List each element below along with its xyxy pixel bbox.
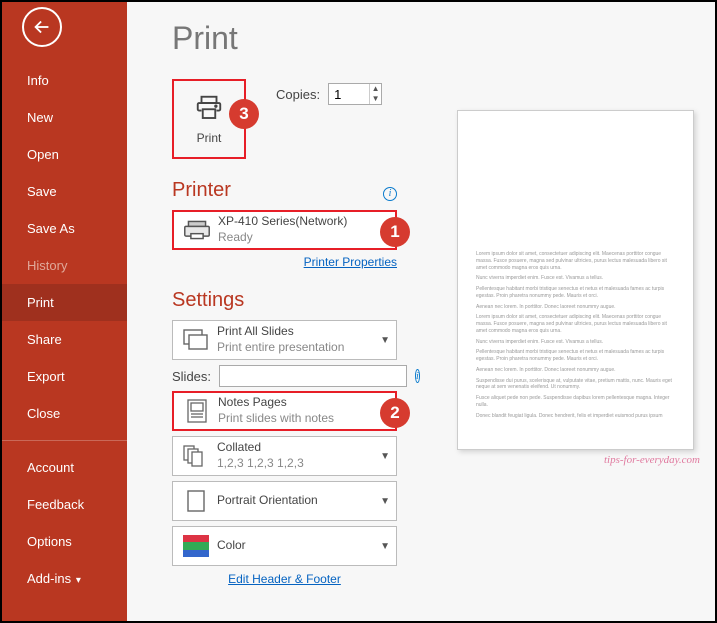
orientation-selector[interactable]: Portrait Orientation ▼ [172, 481, 397, 521]
color-swatch-icon [181, 535, 211, 557]
slides-label: Slides: [172, 369, 211, 384]
print-preview: Lorem ipsum dolor sit amet, consectetuer… [457, 110, 694, 450]
back-button[interactable] [22, 7, 62, 47]
nav-save-as[interactable]: Save As [2, 210, 127, 247]
back-arrow-icon [31, 16, 53, 38]
callout-1: 1 [380, 217, 410, 247]
print-what-sub: Print entire presentation [217, 340, 380, 356]
callout-2: 2 [380, 398, 410, 428]
preview-body-text: Lorem ipsum dolor sit amet, consectetuer… [476, 251, 675, 423]
collate-selector[interactable]: Collated 1,2,3 1,2,3 1,2,3 ▼ [172, 436, 397, 476]
chevron-down-icon: ▼ [380, 496, 390, 507]
printer-device-icon [182, 219, 212, 241]
nav-close[interactable]: Close [2, 395, 127, 432]
nav-history[interactable]: History [2, 247, 127, 284]
nav-export[interactable]: Export [2, 358, 127, 395]
settings-heading: Settings [172, 289, 447, 312]
nav-new[interactable]: New [2, 99, 127, 136]
nav-print[interactable]: Print [2, 284, 127, 321]
copies-input[interactable] [329, 84, 369, 104]
copies-stepper[interactable]: ▲ ▼ [328, 83, 382, 105]
print-button[interactable]: Print 3 [172, 79, 246, 159]
layout-selector[interactable]: Notes Pages Print slides with notes 2 [172, 391, 397, 431]
page-title: Print [172, 20, 447, 57]
nav-options[interactable]: Options [2, 523, 127, 560]
printer-selector[interactable]: XP-410 Series(Network) Ready 1 [172, 210, 397, 250]
info-icon[interactable]: i [383, 187, 397, 201]
print-button-label: Print [197, 131, 222, 145]
layout-title: Notes Pages [218, 395, 389, 411]
printer-status: Ready [218, 230, 389, 246]
nav-addins[interactable]: Add-ins ▾ [2, 560, 127, 597]
watermark: tips-for-everyday.com [457, 454, 700, 466]
orientation-title: Portrait Orientation [217, 493, 380, 509]
printer-icon [192, 93, 226, 123]
printer-properties-link[interactable]: Printer Properties [172, 255, 397, 269]
nav-separator [2, 440, 127, 441]
printer-name: XP-410 Series(Network) [218, 214, 389, 230]
print-what-title: Print All Slides [217, 324, 380, 340]
edit-header-footer-link[interactable]: Edit Header & Footer [172, 572, 397, 586]
copies-label: Copies: [276, 87, 320, 102]
color-selector[interactable]: Color ▼ [172, 526, 397, 566]
collate-title: Collated [217, 440, 380, 456]
backstage-sidebar: Info New Open Save Save As History Print… [2, 2, 127, 621]
nav-account[interactable]: Account [2, 449, 127, 486]
chevron-down-icon: ▾ [73, 575, 81, 586]
notes-page-icon [182, 399, 212, 423]
nav-share[interactable]: Share [2, 321, 127, 358]
callout-3: 3 [229, 99, 259, 129]
chevron-down-icon: ▼ [380, 335, 390, 346]
printer-heading: Printer [172, 179, 231, 202]
chevron-down-icon: ▼ [380, 541, 390, 552]
print-what-selector[interactable]: Print All Slides Print entire presentati… [172, 320, 397, 360]
layout-sub: Print slides with notes [218, 411, 389, 427]
content-area: Print Print 3 Copies: ▲ ▼ [127, 2, 715, 621]
portrait-icon [181, 490, 211, 512]
nav-open[interactable]: Open [2, 136, 127, 173]
info-icon[interactable]: i [415, 369, 420, 383]
slides-stack-icon [181, 329, 211, 351]
collate-sub: 1,2,3 1,2,3 1,2,3 [217, 456, 380, 472]
nav-save[interactable]: Save [2, 173, 127, 210]
spinner-up-icon[interactable]: ▲ [370, 84, 381, 94]
nav-feedback[interactable]: Feedback [2, 486, 127, 523]
spinner-down-icon[interactable]: ▼ [370, 94, 381, 104]
nav-info[interactable]: Info [2, 62, 127, 99]
color-title: Color [217, 538, 380, 554]
slides-input[interactable] [219, 365, 407, 387]
chevron-down-icon: ▼ [380, 451, 390, 462]
collated-icon [181, 445, 211, 467]
